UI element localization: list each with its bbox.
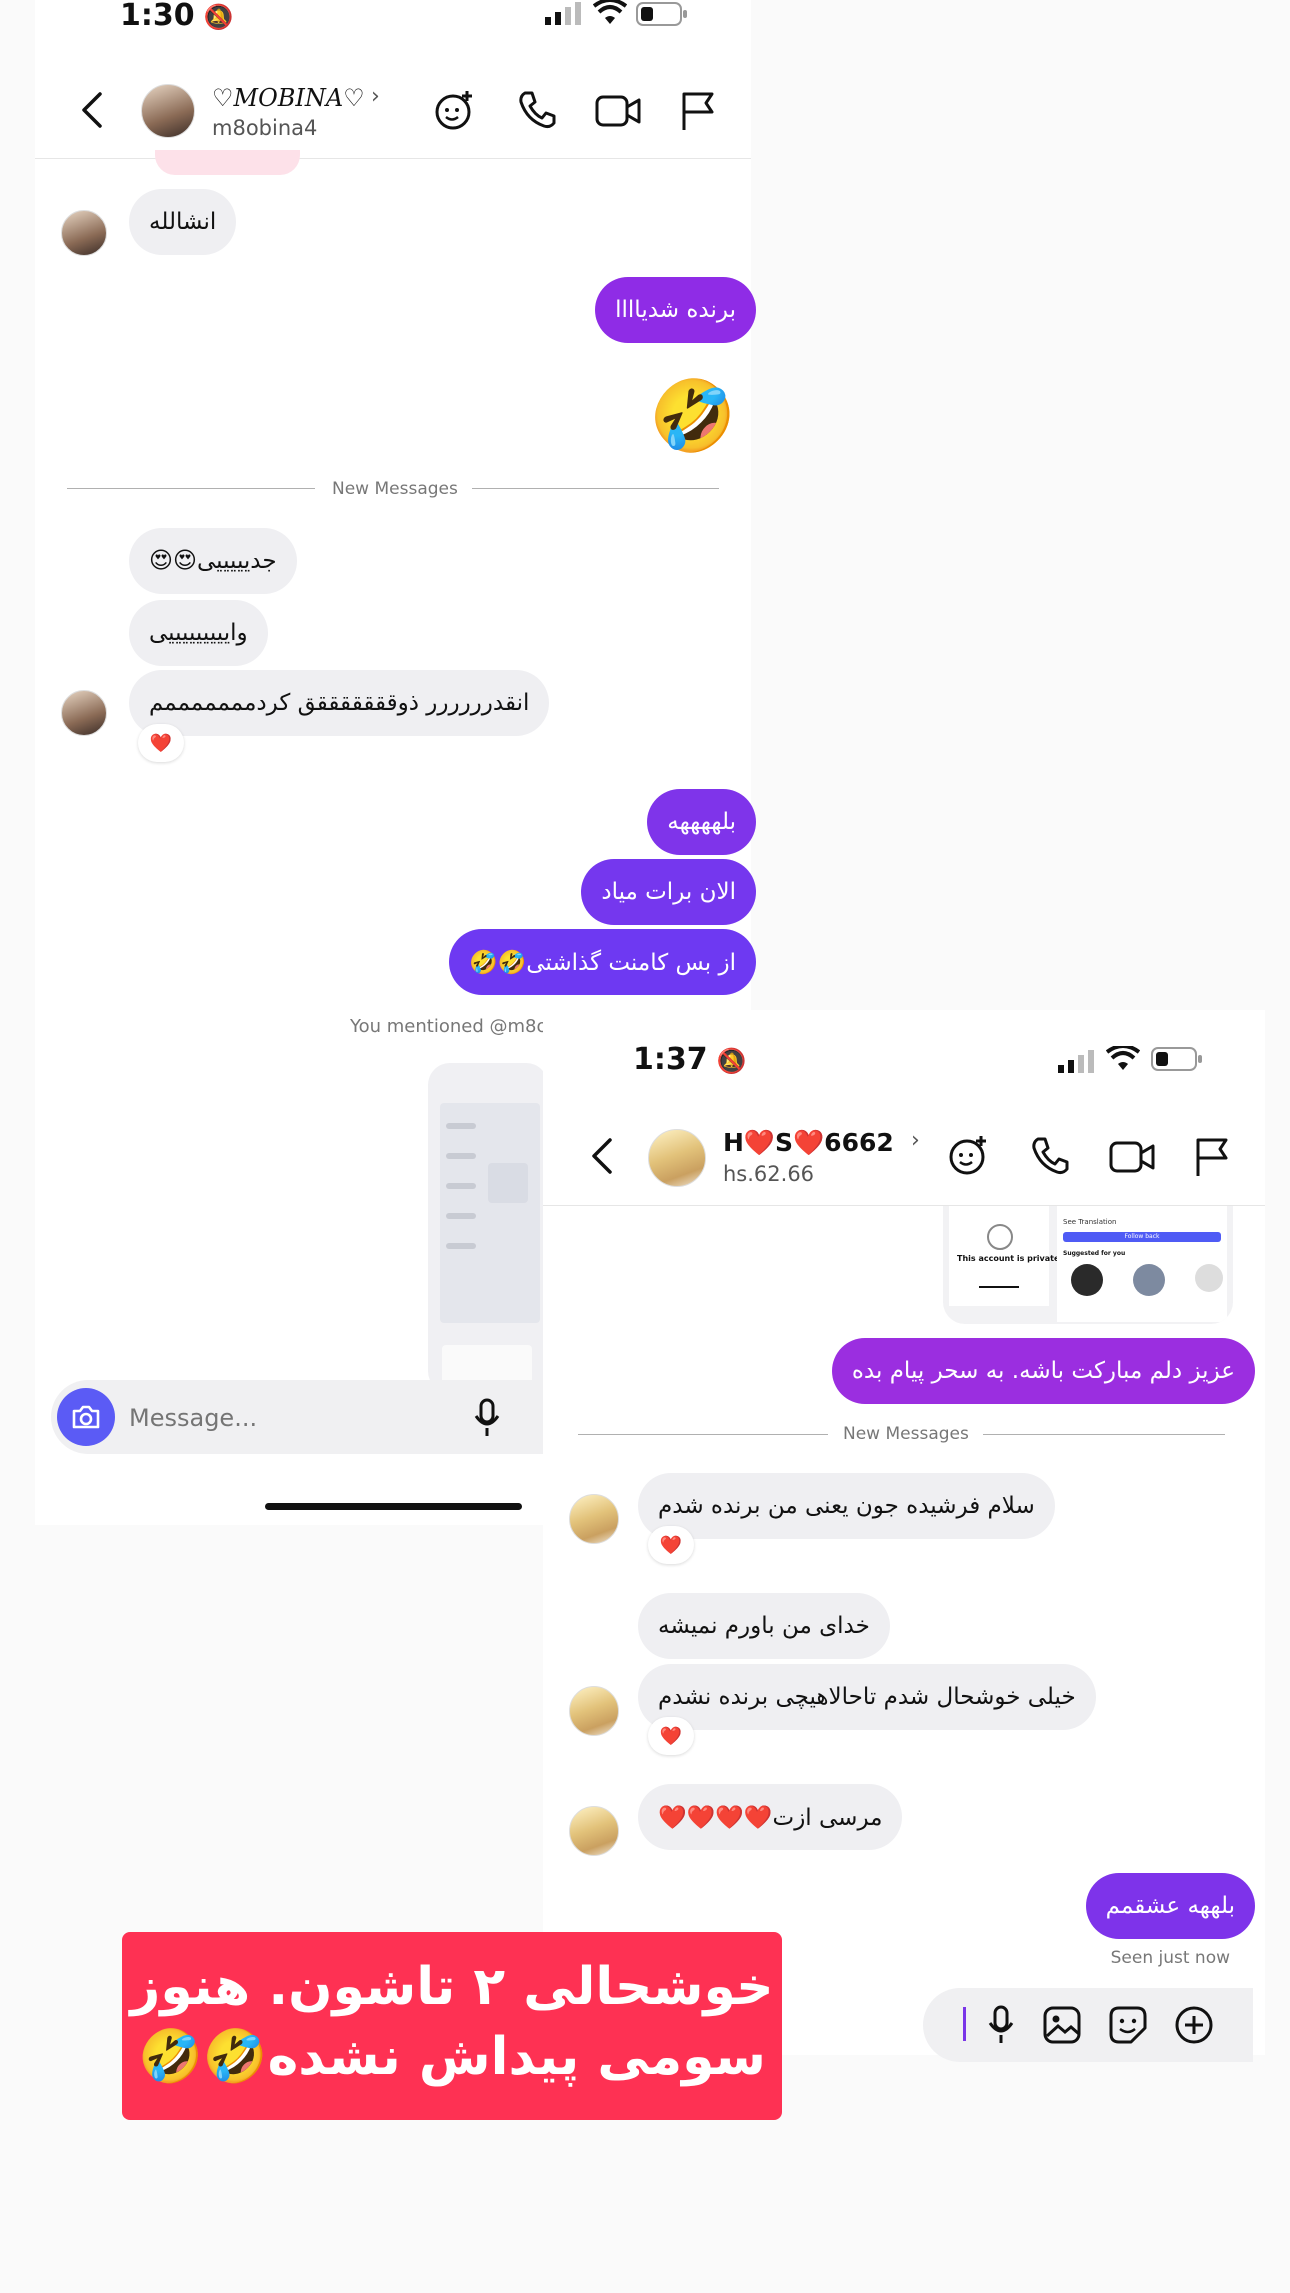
battery-icon [636,1,688,31]
message-input[interactable] [127,1392,431,1444]
incoming-message[interactable]: وایییییییییی [129,600,268,666]
heart-reaction-icon[interactable]: ❤️ [648,1717,694,1755]
new-messages-divider: New Messages [332,479,458,499]
incoming-message[interactable]: سلام فرشیده جون یعنی من برنده شدم [638,1473,1055,1539]
emoji-message[interactable]: 🤣 [649,376,736,456]
incoming-message[interactable]: انقدرررررر ذوقققققققق کردمممممممم [129,670,550,736]
video-call-icon[interactable] [595,94,641,128]
gallery-icon[interactable] [1043,2006,1081,2044]
see-translation-text: See Translation [1063,1218,1117,1226]
outgoing-message[interactable]: برنده شدیاااا [595,277,756,343]
sender-avatar [61,210,107,256]
mention-notice: You mentioned @m8o [350,1016,548,1037]
contact-username[interactable]: hs.62.66 [723,1162,814,1186]
outgoing-message[interactable]: عزیز دلم مبارکت باشه. به سحر پیام بده [831,1338,1255,1404]
divider-line-right [983,1434,1225,1435]
mute-bell-icon: 🔕 [203,3,234,31]
status-time: 1:30 [120,0,195,33]
incoming-message[interactable]: جدیییییی😍😍 [129,528,297,594]
heart-reaction-icon[interactable]: ❤️ [648,1526,694,1564]
home-indicator [265,1503,522,1510]
chat-screenshot-2: 1:37 🔕 H❤️S❤️6662 › hs.62.66 This accoun… [543,1010,1265,2062]
sticker-icon[interactable] [1109,2006,1147,2044]
divider-line-left [67,488,315,489]
divider-line-right [472,488,719,489]
camera-icon[interactable] [57,1388,115,1446]
incoming-message[interactable]: خیلی خوشحال شدم تاحالاهیچی برنده نشدم [638,1664,1096,1730]
seen-status: Seen just now [1110,1948,1230,1968]
contact-avatar[interactable] [648,1129,706,1187]
mute-bell-icon: 🔕 [716,1047,747,1075]
video-call-icon[interactable] [1109,1140,1155,1174]
phone-call-icon[interactable] [517,90,557,130]
wifi-icon [1105,1044,1141,1076]
contact-name[interactable]: ♡MOBINA♡ [212,84,365,112]
chevron-right-icon[interactable]: › [371,84,380,109]
sender-avatar [569,1806,619,1856]
outgoing-message[interactable]: بلههههه [647,789,756,855]
microphone-icon[interactable] [987,2005,1015,2045]
private-account-text: This account is private [957,1254,1060,1263]
contact-username[interactable]: m8obina4 [212,116,317,140]
add-plus-icon[interactable] [1175,2006,1213,2044]
caption-banner: خوشحالی ۲ تاشون. هنوز سومی پیداش نشده🤣🤣 [122,1932,782,2120]
phone-call-icon[interactable] [1030,1136,1070,1176]
battery-icon [1151,1046,1203,1076]
outgoing-message[interactable]: بلههه عشقمم [1085,1873,1255,1939]
text-cursor [963,2007,966,2041]
signal-icon [1058,1050,1094,1073]
caption-line-1: خوشحالی ۲ تاشون. هنوز [130,1957,774,2017]
signal-icon [545,2,581,25]
contact-avatar[interactable] [141,84,195,138]
report-flag-icon[interactable] [680,90,716,132]
contact-name[interactable]: H❤️S❤️6662 [723,1128,894,1158]
suggested-label: Suggested for you [1063,1250,1126,1257]
follow-back-button: Follow back [1063,1232,1221,1242]
sender-avatar [61,690,107,736]
chevron-right-icon[interactable]: › [911,1128,920,1153]
sender-avatar [569,1494,619,1544]
add-effect-icon[interactable] [947,1133,991,1177]
shared-screenshot-preview[interactable] [428,1063,548,1393]
new-messages-divider: New Messages [843,1424,969,1444]
divider-line-left [578,1434,828,1435]
status-bar: 1:30 🔕 [120,0,234,33]
caption-line-2: سومی پیداش نشده🤣🤣 [138,2027,766,2087]
back-chevron-icon[interactable] [585,1136,619,1176]
lock-icon [987,1224,1013,1250]
incoming-message[interactable]: مرسی ازت❤️❤️❤️❤️ [638,1784,903,1850]
status-time: 1:37 [633,1042,708,1077]
outgoing-message[interactable]: از بس کامنت گذاشتی🤣🤣 [448,929,756,995]
header-divider [35,158,751,159]
wifi-icon [592,0,628,30]
incoming-message[interactable]: انشالله [129,189,237,255]
add-effect-icon[interactable] [433,88,477,132]
shared-screenshot-preview[interactable]: This account is private See Translation … [943,1206,1233,1324]
incoming-message[interactable]: خدای من باورم نمیشه [638,1593,890,1659]
outgoing-message[interactable]: الان برات میاد [581,859,756,925]
report-flag-icon[interactable] [1194,1136,1230,1178]
heart-reaction-icon[interactable]: ❤️ [138,724,184,762]
back-chevron-icon[interactable] [75,90,109,130]
sender-avatar [569,1686,619,1736]
microphone-icon[interactable] [473,1398,501,1438]
status-bar: 1:37 🔕 [633,1042,747,1077]
partial-message [155,150,300,175]
